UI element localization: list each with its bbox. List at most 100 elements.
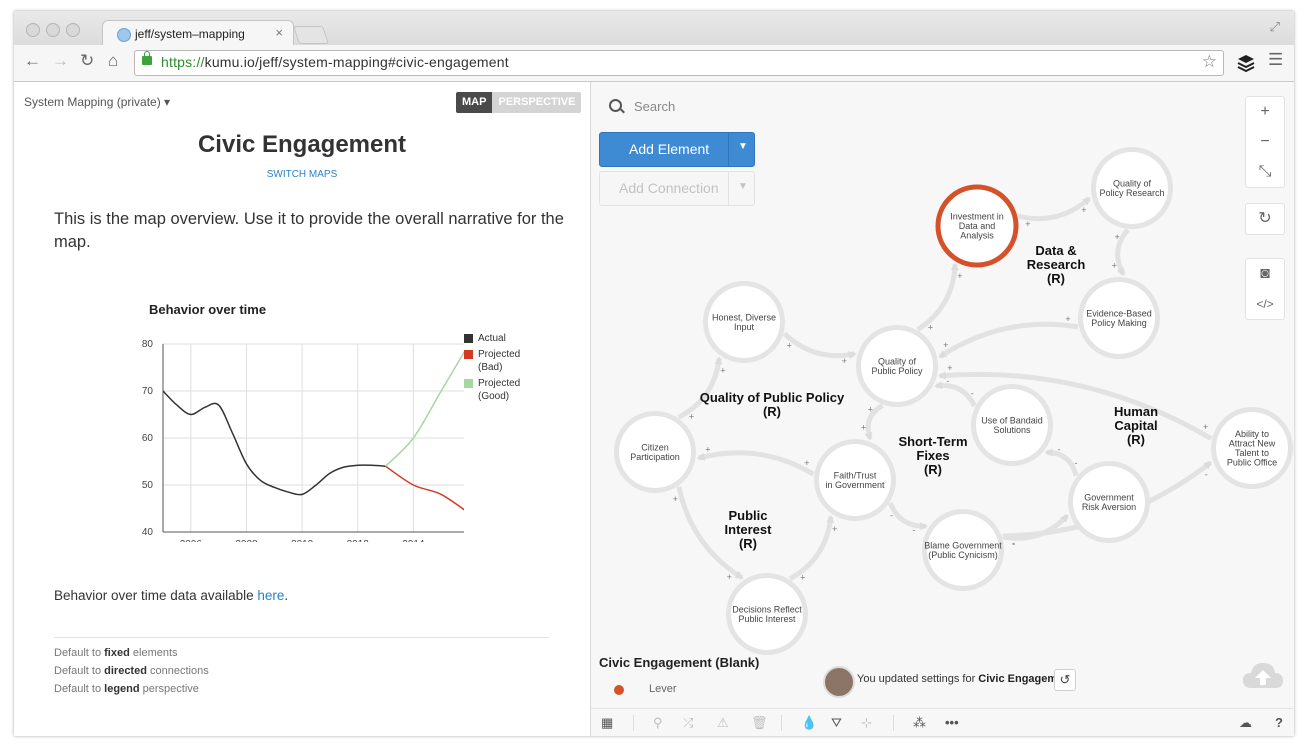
shuffle-icon[interactable]: ⤮	[683, 715, 693, 731]
back-arrow-icon[interactable]: ←	[24, 51, 41, 71]
new-tab-button[interactable]	[293, 26, 329, 44]
connection-decisions-faith[interactable]	[788, 514, 835, 582]
map-name-dropdown[interactable]: System Mapping (private) ▾	[24, 95, 170, 109]
element-honest[interactable]: Honest, DiverseInput	[703, 281, 785, 363]
minimize-window-button[interactable]	[46, 23, 60, 37]
element-label: Use of Bandaid	[981, 415, 1043, 425]
search-icon	[609, 99, 622, 112]
element-blame[interactable]: Blame Government(Public Cynicism)	[922, 509, 1004, 591]
close-window-button[interactable]	[26, 23, 40, 37]
element-quality_research[interactable]: Quality ofPolicy Research	[1091, 147, 1173, 229]
overview-panel: System Mapping (private) ▾ MAP PERSPECTI…	[14, 82, 590, 736]
element-label: Government	[1084, 492, 1134, 502]
camera-icon[interactable]: ◙	[1246, 259, 1284, 289]
address-bar[interactable]: https://kumu.io/jeff/system-mapping#civi…	[134, 50, 1224, 76]
element-label: Quality of	[1113, 178, 1152, 188]
element-citizen[interactable]: CitizenParticipation	[614, 411, 696, 493]
loop-label-short_term: (R)	[924, 462, 942, 477]
refresh-icon[interactable]: ↻	[1246, 204, 1284, 234]
download-cloud-icon[interactable]: ☁	[1239, 715, 1252, 731]
connection-honest-quality_policy[interactable]	[782, 331, 857, 359]
element-faith[interactable]: Faith/Trustin Government	[814, 439, 896, 521]
connection-quality_policy-invest[interactable]	[916, 262, 959, 332]
trash-icon[interactable]: 🗑	[751, 715, 768, 731]
element-label: Solutions	[993, 425, 1031, 435]
browser-toolbar: ← → ↻ ⌂ https://kumu.io/jeff/system-mapp…	[14, 45, 1294, 82]
pin-icon[interactable]: ⚲	[653, 715, 663, 731]
x-tick-label: 2006	[180, 539, 203, 542]
element-evidence[interactable]: Evidence-BasedPolicy Making	[1078, 277, 1160, 359]
close-tab-icon[interactable]: ×	[275, 25, 283, 40]
bookmark-star-icon[interactable]: ☆	[1202, 52, 1217, 72]
forward-arrow-icon[interactable]: →	[52, 51, 69, 71]
y-tick-label: 70	[142, 386, 154, 397]
menu-icon[interactable]: ☰	[1268, 50, 1283, 70]
connection-evidence-quality_policy[interactable]	[938, 321, 1079, 359]
map-toggle-button[interactable]: MAP	[456, 92, 493, 113]
divider	[54, 637, 549, 638]
element-invest[interactable]: Investment inData andAnalysis	[935, 184, 1019, 268]
element-bandaid[interactable]: Use of BandaidSolutions	[971, 384, 1053, 466]
element-decisions[interactable]: Decisions ReflectPublic Interest	[726, 573, 808, 655]
element-label: Participation	[630, 452, 680, 462]
x-tick-label: 2008	[235, 539, 258, 542]
element-label: Honest, Diverse	[712, 312, 776, 322]
focus-icon[interactable]: ⊹	[861, 715, 872, 731]
chevron-down-icon[interactable]: ▼	[738, 141, 748, 152]
help-icon[interactable]: ?	[1275, 715, 1283, 730]
connection-citizen-honest[interactable]	[677, 356, 723, 420]
fit-icon[interactable]: ⤡	[1246, 157, 1284, 187]
view-toggle: MAP PERSPECTIVE	[456, 92, 582, 113]
connection-risk-bandaid[interactable]	[1044, 448, 1079, 477]
lever-legend-label: Lever	[649, 683, 677, 695]
fullscreen-icon[interactable]: ⤢	[1270, 19, 1280, 35]
element-label: Investment in	[950, 212, 1004, 222]
add-connection-button[interactable]: Add Connection ▼	[599, 171, 755, 206]
avatar[interactable]	[823, 666, 855, 698]
cluster-icon[interactable]: ⁂	[913, 715, 926, 731]
polarity-label: +	[943, 340, 948, 350]
zoom-window-button[interactable]	[66, 23, 80, 37]
tab-title: jeff/system–mapping	[135, 27, 245, 41]
layers-icon[interactable]	[1237, 54, 1255, 72]
element-risk[interactable]: GovernmentRisk Aversion	[1068, 461, 1150, 543]
add-element-button[interactable]: Add Element ▼	[599, 132, 755, 167]
browser-window: jeff/system–mapping × ⤢ ← → ↻ ⌂ https://…	[14, 11, 1294, 736]
switch-maps-link[interactable]: SWITCH MAPS	[14, 169, 590, 180]
search-input[interactable]: Search	[609, 98, 675, 114]
defaults-list: Default to fixed elements Default to dir…	[54, 644, 209, 698]
droplet-icon[interactable]: 💧	[801, 715, 817, 731]
embed-code-icon[interactable]: </>	[1246, 289, 1284, 319]
undo-button[interactable]: ↺	[1054, 669, 1076, 691]
chevron-down-icon[interactable]: ▼	[738, 181, 748, 192]
legend-item-actual: Actual	[464, 332, 520, 345]
loop-label-data_research: Data &	[1035, 243, 1076, 258]
connection-faith-blame[interactable]	[887, 501, 929, 531]
zoom-in-button[interactable]: +	[1246, 97, 1284, 127]
connection-bandaid-quality_policy[interactable]	[934, 381, 977, 408]
loop-label-data_research: Research	[1027, 257, 1086, 272]
map-canvas[interactable]: + + + + + + + + + + + + + + + + + + + + - - - - - - - - - - + + Investme…	[591, 82, 1294, 736]
element-quality_policy[interactable]: Quality ofPublic Policy	[856, 325, 938, 407]
polarity-label: +	[727, 572, 732, 582]
filter-icon[interactable]: ⛛	[831, 715, 842, 731]
connection-invest-quality_research[interactable]	[1017, 196, 1091, 222]
cloud-upload-icon[interactable]	[1241, 660, 1285, 690]
grid-icon[interactable]: ▦	[601, 715, 613, 731]
element-label: Input	[734, 322, 755, 332]
series-line-1	[385, 465, 464, 511]
legend-item-projected-good: Projected (Good)	[464, 377, 520, 403]
home-icon[interactable]: ⌂	[108, 51, 118, 71]
browser-tab[interactable]: jeff/system–mapping ×	[102, 20, 294, 47]
polarity-label: -	[912, 525, 915, 535]
element-label: Analysis	[960, 231, 994, 241]
warning-icon[interactable]: ⚠	[717, 715, 729, 731]
polarity-label: +	[673, 494, 678, 504]
more-icon[interactable]: •••	[945, 715, 959, 730]
perspective-toggle-button[interactable]: PERSPECTIVE	[492, 92, 582, 113]
reload-icon[interactable]: ↻	[80, 51, 94, 71]
zoom-out-button[interactable]: −	[1246, 127, 1284, 157]
element-ability[interactable]: Ability toAttract NewTalent toPublic Off…	[1211, 407, 1293, 489]
connection-faith-citizen[interactable]	[696, 450, 815, 477]
data-link[interactable]: here	[257, 588, 284, 603]
